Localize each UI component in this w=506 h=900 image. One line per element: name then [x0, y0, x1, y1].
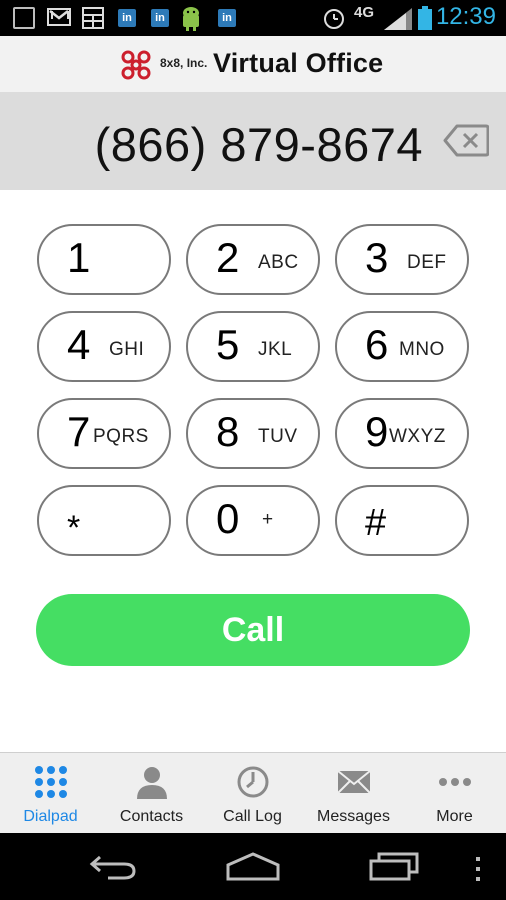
linkedin-icon: in — [218, 9, 236, 27]
key-3[interactable]: 3 DEF — [335, 224, 469, 295]
key-digit: * — [67, 509, 81, 547]
envelope-icon — [337, 770, 371, 794]
clock-icon — [237, 766, 269, 798]
dialpad-icon — [35, 766, 67, 798]
key-digit: 1 — [67, 234, 91, 281]
tab-contacts[interactable]: Contacts — [101, 753, 202, 834]
signal-icon — [384, 8, 412, 30]
backspace-icon[interactable] — [443, 124, 489, 157]
tab-label: Call Log — [223, 808, 282, 825]
key-digit: 4 — [67, 321, 91, 368]
status-time: 12:39 — [435, 3, 496, 30]
app-header: 8x8, Inc. Virtual Office — [0, 36, 506, 93]
home-icon[interactable] — [226, 851, 280, 881]
key-2[interactable]: 2 ABC — [186, 224, 320, 295]
back-icon[interactable] — [88, 851, 138, 881]
tab-label: More — [436, 808, 473, 825]
key-digit: 8 — [216, 408, 240, 455]
overflow-menu-icon[interactable] — [474, 854, 482, 884]
key-digit: 3 — [365, 234, 389, 281]
android-icon — [183, 7, 199, 31]
contact-icon — [137, 767, 167, 799]
gmail-icon — [47, 8, 71, 26]
key-letters: PQRS — [93, 426, 149, 447]
number-display: (866) 879-8674 — [0, 93, 506, 190]
key-digit: 9 — [365, 408, 389, 455]
network-type: 4G — [354, 4, 375, 21]
app-icon — [13, 7, 35, 29]
key-digit: 2 — [216, 234, 240, 281]
key-digit: 6 — [365, 321, 389, 368]
status-bar: in in in 4G 12:39 — [0, 0, 506, 36]
system-nav-bar — [0, 833, 506, 900]
key-digit: 7 — [67, 408, 91, 455]
tab-label: Dialpad — [23, 808, 78, 825]
recent-apps-icon[interactable] — [369, 851, 419, 881]
linkedin-icon: in — [151, 9, 169, 27]
tab-messages[interactable]: Messages — [303, 753, 404, 834]
company-name: 8x8, Inc. — [160, 56, 208, 70]
battery-icon — [418, 6, 432, 30]
key-letters: DEF — [407, 252, 447, 273]
tab-label: Messages — [317, 808, 390, 825]
key-9[interactable]: 9 WXYZ — [335, 398, 469, 469]
call-button[interactable]: Call — [36, 594, 470, 666]
tab-more[interactable]: More — [404, 753, 505, 834]
more-dots-icon — [439, 778, 471, 786]
calculator-icon — [82, 7, 104, 29]
key-8[interactable]: 8 TUV — [186, 398, 320, 469]
key-letters: TUV — [258, 426, 298, 447]
key-digit: # — [365, 502, 387, 544]
linkedin-icon: in — [118, 9, 136, 27]
key-hash[interactable]: # — [335, 485, 469, 556]
key-digit: 5 — [216, 321, 240, 368]
bottom-tab-bar: Dialpad Contacts Call Log Messages More — [0, 752, 506, 833]
key-letters: JKL — [258, 339, 293, 360]
key-letters: + — [262, 509, 274, 530]
key-0[interactable]: 0 + — [186, 485, 320, 556]
alarm-icon — [324, 9, 344, 29]
key-letters: MNO — [399, 339, 445, 360]
key-5[interactable]: 5 JKL — [186, 311, 320, 382]
key-digit: 0 — [216, 495, 240, 542]
tab-label: Contacts — [119, 808, 184, 825]
key-6[interactable]: 6 MNO — [335, 311, 469, 382]
key-1[interactable]: 1 — [37, 224, 171, 295]
tab-call-log[interactable]: Call Log — [202, 753, 303, 834]
key-letters: GHI — [109, 339, 145, 360]
key-letters: WXYZ — [389, 426, 446, 447]
key-star[interactable]: * — [37, 485, 171, 556]
tab-dialpad[interactable]: Dialpad — [0, 753, 101, 834]
dialed-number: (866) 879-8674 — [94, 118, 423, 171]
key-7[interactable]: 7 PQRS — [37, 398, 171, 469]
key-4[interactable]: 4 GHI — [37, 311, 171, 382]
key-letters: ABC — [258, 252, 299, 273]
company-logo-icon — [121, 50, 151, 80]
app-title: Virtual Office — [213, 48, 384, 78]
